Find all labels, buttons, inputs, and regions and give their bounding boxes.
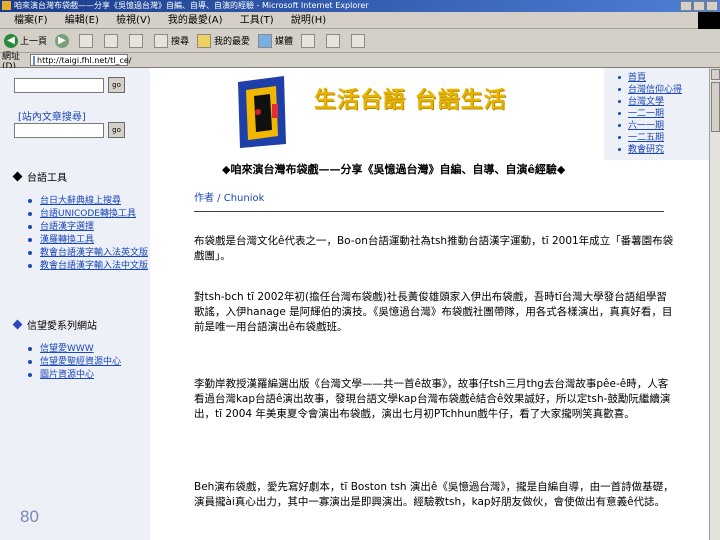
menu-file[interactable]: 檔案(F) [14,15,48,26]
article-paragraph: 布袋戲是台灣文化ê代表之一，Bo-on台語運動社為tsh推動台語漢字運動，tī … [194,235,674,262]
favorites-star-icon [197,33,212,48]
forward-arrow-icon: ▶ [55,33,70,48]
refresh-icon [104,33,119,48]
article-paragraph: 對tsh-bch tī 2002年初(擔任台灣布袋戲)社長黃俊雄頭家入伊出布袋戲… [194,291,673,333]
site-link[interactable]: 信望愛WWW [28,344,148,354]
home-button[interactable] [129,33,146,48]
refresh-button[interactable] [104,33,121,48]
article-author: 作者 / Chuniok [194,193,265,204]
site-search-label[interactable]: [站內文章搜尋] [18,108,86,123]
back-button[interactable]: ◀ 上一頁 [4,33,47,48]
history-button[interactable] [301,33,318,48]
ie-icon [2,1,11,10]
stop-icon [79,33,94,48]
media-icon [258,33,273,48]
right-nav-link[interactable]: 台灣信仰心得 [618,84,709,96]
mail-button[interactable] [326,33,343,48]
home-icon [129,33,144,48]
left-sidebar: go [站內文章搜尋] go 台語工具 台日大辭典線上搜尋 台語UNICODE轉… [0,68,150,540]
mail-icon [326,33,341,48]
related-sites-list: 信望愛WWW 信望愛聖經資源中心 圖片資源中心 [28,344,148,383]
print-icon [351,33,366,48]
history-icon [301,33,316,48]
address-bar: 網址(D) http://taigi.fhl.net/tl_ce/ [0,52,720,72]
divider [194,211,664,212]
search-input-1[interactable] [14,78,104,93]
article-paragraph: 李勤岸教授漢羅編選出版《台灣文學——共一首ê故事》，故事仔tsh三月thg去台灣… [194,378,671,420]
scrollbar-thumb[interactable] [711,82,720,132]
article-title: ◆咱來演台灣布袋戲——分享《吳憶過台灣》自編、自導、自演ê經驗◆ [222,163,566,176]
back-arrow-icon: ◀ [4,33,18,48]
tool-link[interactable]: 台語漢字選擇 [28,222,148,232]
tool-link[interactable]: 教會台語漢字輸入法中文版 [28,261,148,271]
section-heading-tools: 台語工具 [12,169,67,184]
right-nav-link[interactable]: 一二一期 [618,108,709,120]
right-nav-link[interactable]: 一二五期 [618,132,709,144]
scroll-up-arrow-icon[interactable] [711,69,720,80]
menu-help[interactable]: 說明(H) [291,15,326,26]
site-logo-icon [238,76,286,148]
right-nav-link[interactable]: 首頁 [618,72,709,84]
favorites-button[interactable]: 我的最愛 [197,33,250,48]
menu-favorites[interactable]: 我的最愛(A) [168,15,223,26]
right-nav-list: 首頁 台灣信仰心得 台灣文學 一二一期 六一一期 一二五期 教會研究 [618,72,709,156]
diamond-bullet-icon [12,319,23,330]
maximize-button[interactable] [693,1,705,11]
window-title-bar: 咱來演台灣布袋戲——分享《吳憶過台灣》自編、自導、自演的經驗 - Microso… [0,0,720,12]
window-title: 咱來演台灣布袋戲——分享《吳憶過台灣》自編、自導、自演的經驗 - Microso… [14,1,369,10]
right-nav-link[interactable]: 台灣文學 [618,96,709,108]
tools-list: 台日大辭典線上搜尋 台語UNICODE轉換工具 台語漢字選擇 漢羅轉換工具 教會… [28,196,148,274]
search-input-2[interactable] [14,123,104,138]
tool-link[interactable]: 台日大辭典線上搜尋 [28,196,148,206]
toolbar: ◀ 上一頁 ▶ 搜尋 我的最愛 媒體 [0,29,720,53]
menu-view[interactable]: 檢視(V) [116,15,151,26]
search-go-button-2[interactable]: go [108,122,125,138]
web-content: go [站內文章搜尋] go 台語工具 台日大辭典線上搜尋 台語UNICODE轉… [0,68,709,540]
minimize-button[interactable] [680,1,692,11]
search-icon [154,33,169,48]
address-value: http://taigi.fhl.net/tl_ce/ [37,55,132,65]
diamond-bullet-icon [12,171,23,182]
right-nav-link[interactable]: 六一一期 [618,120,709,132]
right-nav: 首頁 台灣信仰心得 台灣文學 一二一期 六一一期 一二五期 教會研究 [604,68,709,160]
search-button[interactable]: 搜尋 [154,33,189,48]
site-link[interactable]: 圖片資源中心 [28,370,148,380]
right-nav-link[interactable]: 教會研究 [618,144,709,156]
tool-link[interactable]: 台語UNICODE轉換工具 [28,209,148,219]
windows-logo-icon [698,12,720,29]
article-paragraph: Beh演布袋戲，愛先寫好劇本，tī Boston tsh 演出ê《吳憶過台灣》，… [194,481,674,508]
tool-link[interactable]: 教會台語漢字輸入法英文版 [28,248,148,258]
tool-link[interactable]: 漢羅轉換工具 [28,235,148,245]
address-input[interactable]: http://taigi.fhl.net/tl_ce/ [30,54,132,66]
menu-tools[interactable]: 工具(T) [240,15,274,26]
vertical-scrollbar[interactable] [709,68,720,540]
search-go-button-1[interactable]: go [108,77,125,93]
section-heading-links: 信望愛系列網站 [12,317,97,332]
menu-edit[interactable]: 編輯(E) [65,15,99,26]
menu-bar: 檔案(F) 編輯(E) 檢視(V) 我的最愛(A) 工具(T) 說明(H) [0,12,720,29]
window-controls [680,1,718,11]
stop-button[interactable] [79,33,96,48]
close-button[interactable] [706,1,718,11]
page-number: 80 [20,507,39,526]
forward-button[interactable]: ▶ [55,33,71,48]
banner-title: 生活台語 台語生活 [314,87,507,113]
site-link[interactable]: 信望愛聖經資源中心 [28,357,148,367]
media-button[interactable]: 媒體 [258,33,293,48]
page-icon [33,55,35,65]
print-button[interactable] [351,33,368,48]
site-banner: 生活台語 台語生活 [196,68,592,160]
